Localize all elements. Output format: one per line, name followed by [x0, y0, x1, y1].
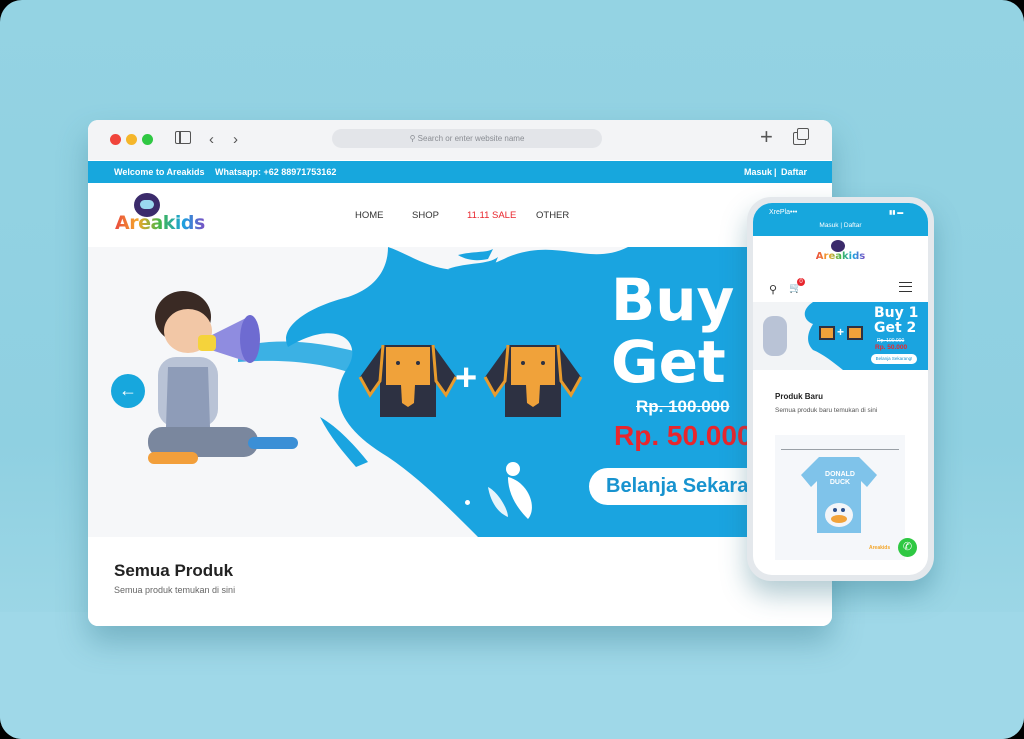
mobile-logo[interactable]: Areakids — [753, 251, 928, 262]
product-image-donald-duck-shirt[interactable]: DONALD DUCK Areakids — [775, 435, 905, 560]
hero-banner: ← + Buy 1 Get 2 Rp. 100.000 Rp. 50.000 B… — [88, 247, 832, 537]
all-products-section: Semua Produk Semua produk temukan di sin… — [88, 537, 832, 626]
maximize-window-button[interactable] — [142, 134, 153, 145]
mobile-search-icon[interactable]: ⚲ — [769, 283, 777, 296]
login-link[interactable]: Masuk — [744, 161, 772, 183]
slider-dot-2[interactable] — [464, 499, 471, 506]
mobile-sweater-image-1 — [819, 326, 835, 340]
topbar-separator: | — [774, 167, 777, 177]
site-header: Areakids HOME SHOP 11.11 SALE OTHER — [88, 183, 832, 247]
mobile-promo-buy: Buy 1 — [874, 305, 919, 321]
background: ‹ › ⚲ Search or enter website name + Wel… — [0, 0, 1024, 739]
mobile-new-price: Rp. 50.000 — [875, 344, 908, 351]
search-icon: ⚲ — [409, 134, 418, 143]
mobile-account-links: Masuk | Daftar — [819, 222, 862, 229]
mobile-screen: XrePla••• ▮▮ ▬ Masuk | Daftar Areakids ⚲… — [753, 203, 928, 575]
mobile-logo-text: Areakids — [815, 251, 866, 262]
section-subtitle: Semua produk temukan di sini — [114, 585, 236, 595]
cart-count-badge: 0 — [797, 278, 805, 286]
shirt-illustration — [801, 457, 877, 533]
register-link[interactable]: Daftar — [781, 161, 807, 183]
whatsapp-text: Whatsapp: +62 88971753162 — [215, 167, 337, 177]
mobile-plus-sign: + — [837, 325, 845, 339]
nav-shop[interactable]: SHOP — [412, 210, 439, 221]
hamburger-menu-icon[interactable] — [899, 282, 912, 292]
slider-dot-1[interactable] — [451, 499, 458, 506]
new-tab-plus-icon[interactable]: + — [760, 126, 773, 148]
product-watermark-logo: Areakids — [869, 545, 891, 551]
whatsapp-icon: ✆ — [902, 541, 913, 553]
browser-toolbar: ‹ › ⚲ Search or enter website name + — [88, 120, 832, 160]
mobile-child-illustration — [763, 316, 787, 356]
mobile-status-area: XrePla••• ▮▮ ▬ Masuk | Daftar — [753, 203, 928, 236]
plus-sign: + — [455, 357, 478, 399]
nav-home[interactable]: HOME — [355, 210, 384, 221]
floor — [0, 612, 1024, 739]
whatsapp-chat-button[interactable]: ✆ — [898, 538, 917, 557]
address-bar[interactable]: ⚲ Search or enter website name — [332, 129, 602, 148]
signal-battery-icon: ▮▮ ▬ — [889, 210, 904, 216]
shirt-print-line-1: DONALD — [825, 471, 855, 478]
nav-sale[interactable]: 11.11 SALE — [467, 210, 516, 221]
clothesline — [781, 449, 899, 450]
welcome-text: Welcome to Areakids — [114, 167, 205, 177]
old-price: Rp. 100.000 — [636, 397, 730, 416]
mobile-sweater-image-2 — [847, 326, 863, 340]
shirt-print-text: DONALD DUCK — [775, 471, 905, 487]
nav-other[interactable]: OTHER — [536, 210, 569, 221]
elephant-sweater-image-2 — [483, 344, 583, 417]
forward-chevron-icon[interactable]: › — [233, 130, 238, 150]
mobile-promo-get: Get 2 — [874, 320, 917, 336]
logo-text: Areakids — [115, 212, 205, 234]
mobile-hero-banner: + Buy 1 Get 2 Rp. 100.000 Rp. 50.000 Bel… — [753, 302, 928, 370]
minimize-window-button[interactable] — [126, 134, 137, 145]
close-window-button[interactable] — [110, 134, 121, 145]
desktop-browser-window: ‹ › ⚲ Search or enter website name + Wel… — [88, 120, 832, 626]
mobile-shop-now-button[interactable]: Belanja Sekarang! — [871, 354, 917, 364]
child-megaphone-illustration — [148, 291, 298, 464]
section-title: Semua Produk — [114, 561, 234, 580]
arrow-left-icon: ← — [119, 380, 137, 400]
carrier-text: XrePla••• — [769, 209, 798, 216]
slider-prev-button[interactable]: ← — [111, 374, 145, 408]
sidebar-icon[interactable] — [175, 131, 191, 144]
mobile-logo-bar: Areakids — [753, 236, 928, 267]
address-placeholder: Search or enter website name — [417, 134, 525, 143]
tabs-overview-icon[interactable] — [793, 128, 809, 145]
mobile-register-link[interactable]: Daftar — [844, 222, 862, 229]
elephant-sweater-image-1 — [358, 344, 458, 417]
site-topbar: Welcome to Areakids Whatsapp: +62 889717… — [88, 161, 832, 183]
mobile-login-link[interactable]: Masuk — [819, 222, 838, 229]
back-chevron-icon[interactable]: ‹ — [209, 130, 214, 150]
new-price: Rp. 50.000 — [614, 420, 753, 451]
mobile-section-title: Produk Baru — [775, 392, 824, 401]
site-logo[interactable]: Areakids — [115, 212, 205, 234]
mobile-shop-now-label: Belanja Sekarang! — [875, 356, 913, 361]
mobile-phone-frame: XrePla••• ▮▮ ▬ Masuk | Daftar Areakids ⚲… — [747, 197, 934, 581]
mobile-section-subtitle: Semua produk baru temukan di sini — [775, 407, 878, 414]
shirt-print-line-2: DUCK — [829, 479, 851, 486]
